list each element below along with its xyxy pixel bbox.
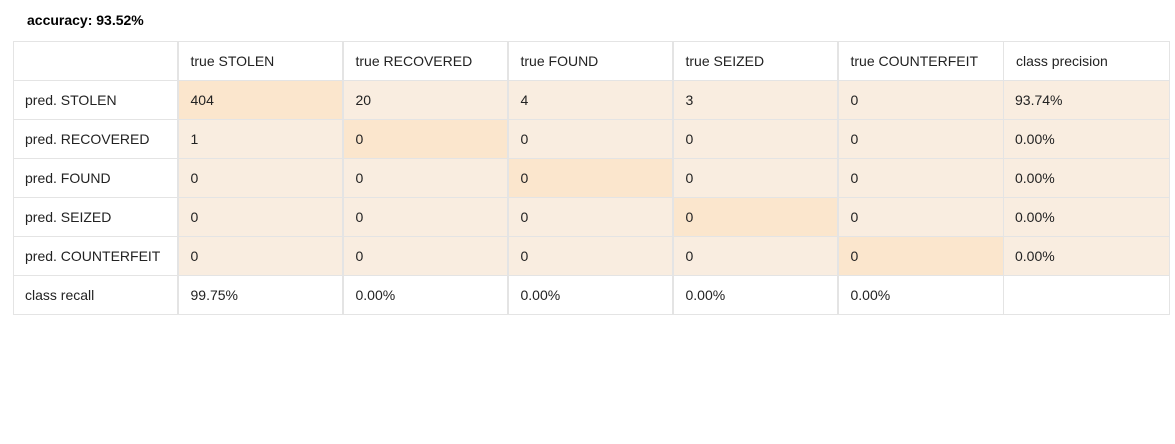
matrix-cell: 0 [341,197,508,237]
row-label: pred. STOLEN [13,80,178,120]
recall-cell: 99.75% [176,275,343,315]
matrix-cell: 20 [341,80,508,120]
row-label: pred. RECOVERED [13,119,178,159]
matrix-cell: 0 [506,236,673,276]
matrix-cell: 404 [176,80,343,120]
recall-cell: 0.00% [836,275,1004,315]
recall-precision-cell [1003,275,1170,315]
header-true-stolen: true STOLEN [176,41,343,81]
recall-cell: 0.00% [671,275,838,315]
row-label: pred. SEIZED [13,197,178,237]
header-true-found: true FOUND [506,41,673,81]
accuracy-label: accuracy: 93.52% [27,12,144,28]
matrix-cell: 0 [176,236,343,276]
precision-cell: 0.00% [1003,158,1170,198]
header-true-counterfeit: true COUNTERFEIT [836,41,1004,81]
matrix-cell: 0 [506,197,673,237]
header-row: true STOLEN true RECOVERED true FOUND tr… [13,41,1170,81]
recall-cell: 0.00% [341,275,508,315]
matrix-cell: 0 [836,158,1004,198]
matrix-cell: 0 [341,119,508,159]
matrix-cell: 1 [176,119,343,159]
recall-cell: 0.00% [506,275,673,315]
table-row: pred. STOLEN 404 20 4 3 0 93.74% [13,80,1170,120]
matrix-cell: 3 [671,80,838,120]
matrix-cell: 0 [671,119,838,159]
confusion-matrix: true STOLEN true RECOVERED true FOUND tr… [13,41,1170,315]
table-row: pred. COUNTERFEIT 0 0 0 0 0 0.00% [13,236,1170,276]
matrix-cell: 0 [671,236,838,276]
table-row: pred. SEIZED 0 0 0 0 0 0.00% [13,197,1170,237]
matrix-cell: 0 [836,236,1004,276]
precision-cell: 93.74% [1003,80,1170,120]
matrix-cell: 0 [341,236,508,276]
matrix-cell: 0 [671,197,838,237]
header-class-precision: class precision [1003,41,1170,81]
matrix-cell: 0 [836,119,1004,159]
matrix-cell: 4 [506,80,673,120]
table-row: pred. FOUND 0 0 0 0 0 0.00% [13,158,1170,198]
matrix-cell: 0 [176,158,343,198]
matrix-cell: 0 [506,158,673,198]
matrix-cell: 0 [176,197,343,237]
header-corner [13,41,178,81]
recall-row: class recall 99.75% 0.00% 0.00% 0.00% 0.… [13,275,1170,315]
matrix-cell: 0 [836,197,1004,237]
matrix-cell: 0 [671,158,838,198]
header-true-recovered: true RECOVERED [341,41,508,81]
precision-cell: 0.00% [1003,119,1170,159]
table-row: pred. RECOVERED 1 0 0 0 0 0.00% [13,119,1170,159]
precision-cell: 0.00% [1003,236,1170,276]
recall-label: class recall [13,275,178,315]
matrix-cell: 0 [836,80,1004,120]
matrix-cell: 0 [341,158,508,198]
matrix-cell: 0 [506,119,673,159]
header-true-seized: true SEIZED [671,41,838,81]
precision-cell: 0.00% [1003,197,1170,237]
row-label: pred. COUNTERFEIT [13,236,178,276]
row-label: pred. FOUND [13,158,178,198]
